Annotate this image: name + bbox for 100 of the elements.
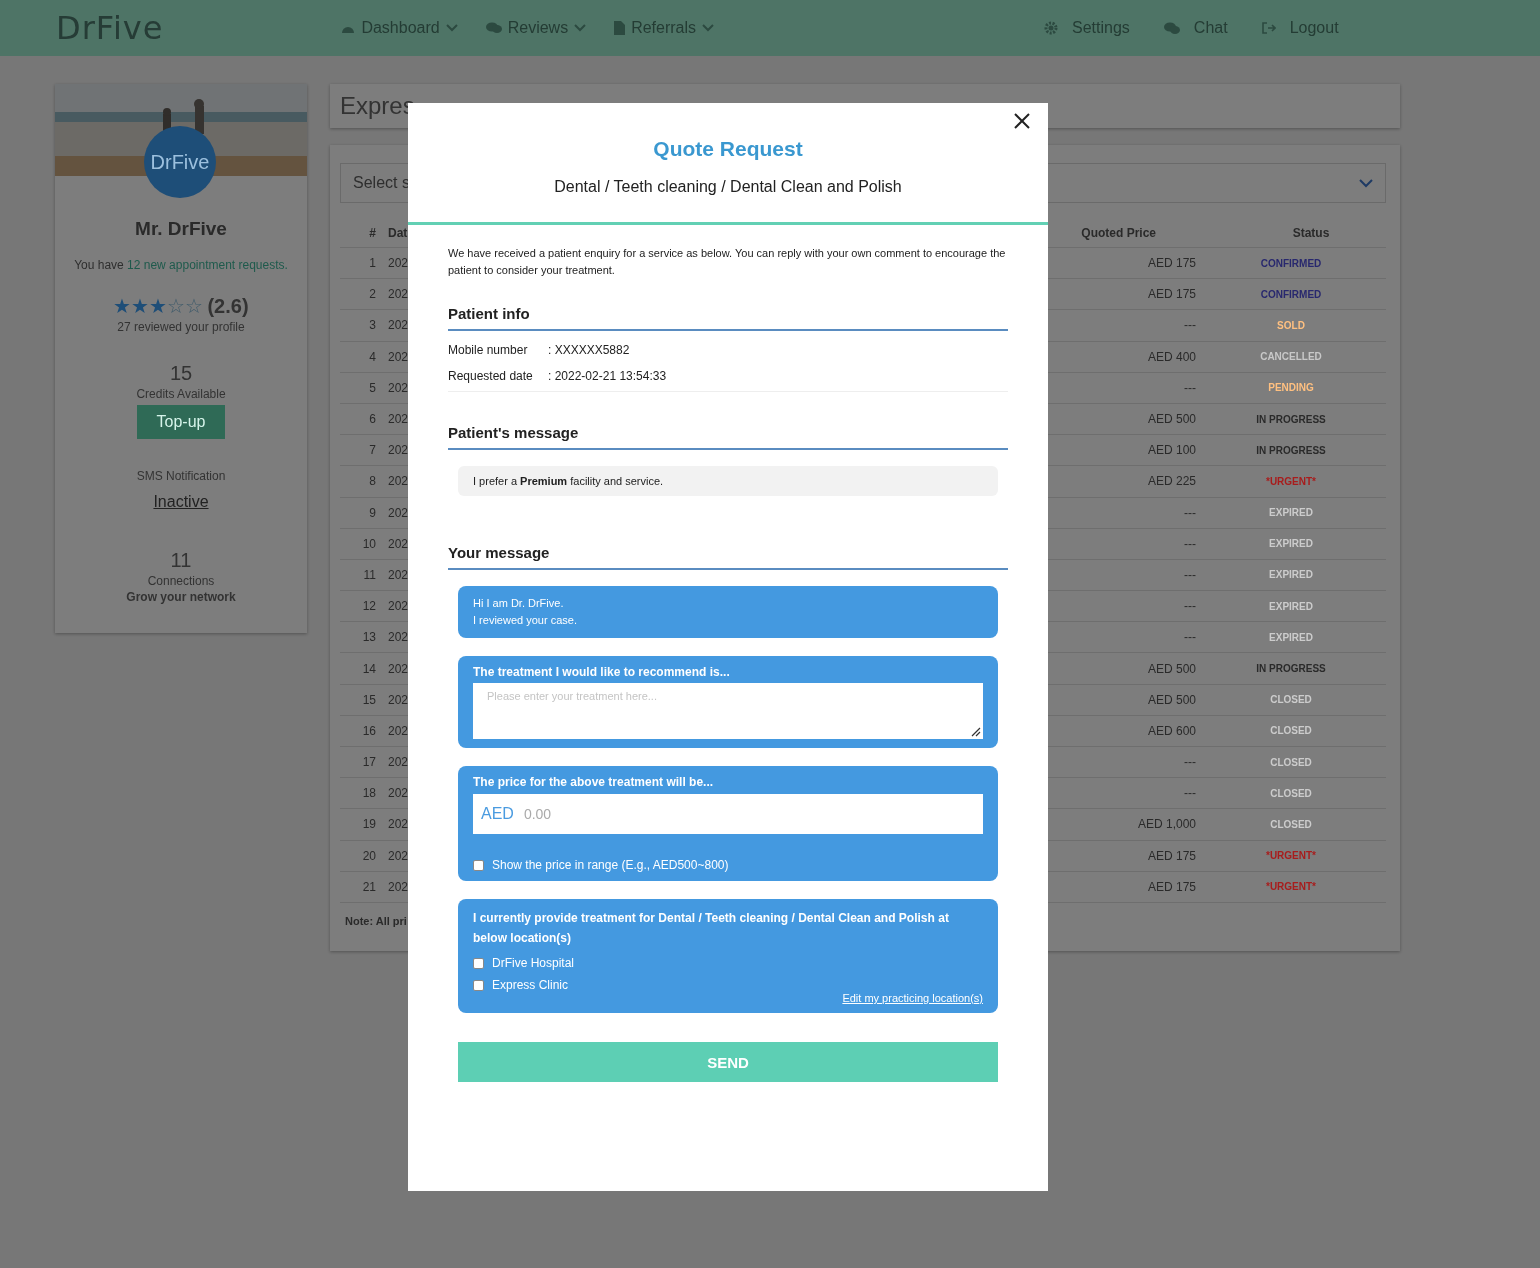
greeting-line: Hi I am Dr. DrFive. — [473, 596, 564, 611]
table-cell: 202 — [388, 786, 409, 801]
patient-message: I prefer a Premium facility and service. — [458, 466, 998, 496]
status-label: IN PROGRESS — [1256, 413, 1326, 425]
section-heading: Patient's message — [448, 424, 1008, 450]
table-cell: 202 — [388, 349, 409, 364]
status-label: *URGENT* — [1266, 850, 1316, 862]
table-cell: 202 — [388, 755, 409, 770]
table-cell: 202 — [388, 380, 409, 395]
table-cell: 202 — [388, 692, 409, 707]
checkbox[interactable] — [473, 859, 484, 871]
currency-prefix: AED — [481, 805, 514, 823]
table-cell: 202 — [388, 630, 409, 645]
table-cell: 202 — [388, 536, 409, 551]
status-label: CLOSED — [1270, 818, 1312, 830]
status-label: CONFIRMED — [1260, 257, 1322, 269]
service-path: Dental / Teeth cleaning / Dental Clean and Polish — [554, 178, 902, 196]
table-cell-text: AED 175 — [1146, 256, 1196, 271]
chat-bubbles-icon — [1163, 21, 1180, 35]
rating-value: (2.6) — [207, 294, 249, 318]
table-cell: 202 — [388, 287, 409, 302]
table-cell-text: --- — [1183, 567, 1196, 582]
top-up-button[interactable]: Top-up — [136, 405, 226, 439]
row-number: 1 — [368, 256, 376, 271]
edit-locations-link[interactable]: Edit my practicing location(s) — [842, 992, 983, 1004]
status-label: CONFIRMED — [1260, 288, 1322, 300]
checkbox-label[interactable]: DrFive Hospital — [492, 956, 575, 970]
row-number: 19 — [361, 817, 376, 832]
table-cell-text: --- — [1183, 380, 1196, 395]
status-label: EXPIRED — [1269, 538, 1313, 550]
resize-handle-icon[interactable] — [969, 725, 981, 737]
table-cell-text: AED 175 — [1146, 848, 1196, 863]
column-header: Dat — [388, 226, 408, 240]
table-cell: 202 — [388, 848, 409, 863]
row-number: 16 — [361, 723, 376, 738]
status-label: CLOSED — [1270, 756, 1312, 768]
appointment-notice: You have 12 new appointment requests. — [74, 258, 288, 272]
table-cell: 202 — [388, 817, 409, 832]
chevron-down-icon — [1359, 178, 1373, 188]
status-label: CLOSED — [1270, 694, 1312, 706]
nav-link[interactable]: Settings — [1044, 19, 1130, 37]
row-number: 13 — [361, 630, 376, 645]
treatment-label: The treatment I would like to recommend is... — [473, 665, 731, 679]
table-cell: 202 — [388, 318, 409, 333]
appointment-requests-link[interactable]: 12 new appointment requests. — [127, 258, 288, 272]
row-number: 12 — [361, 599, 376, 614]
nav-link[interactable]: Chat — [1163, 19, 1228, 37]
field-value: : 2022-02-21 13:54:33 — [548, 369, 667, 383]
section-heading: Your message — [448, 544, 1008, 570]
row-number: 17 — [361, 755, 376, 770]
table-cell: 202 — [388, 661, 409, 676]
column-header: # — [368, 226, 376, 240]
logo[interactable]: DrFive — [56, 9, 164, 47]
logout-icon — [1261, 22, 1276, 34]
table-cell: 202 — [388, 879, 409, 894]
price-label: The price for the above treatment will be... — [473, 775, 715, 789]
connections-count: 11 — [170, 549, 192, 572]
checkbox[interactable] — [473, 957, 484, 969]
checkbox[interactable] — [473, 979, 484, 991]
chevron-down-icon — [702, 24, 715, 32]
table-cell-text: --- — [1183, 318, 1196, 333]
greeting-line: I reviewed your case. — [473, 613, 577, 628]
send-button[interactable]: SEND — [458, 1042, 998, 1082]
table-cell: 202 — [388, 567, 409, 582]
field-label: Requested date — [448, 369, 534, 383]
price-field[interactable]: AED 0.00 — [473, 794, 983, 834]
status-label: IN PROGRESS — [1256, 444, 1326, 456]
table-cell-text: AED 500 — [1146, 412, 1196, 427]
credits-label: Credits Available — [136, 387, 226, 401]
table-cell: 202 — [388, 474, 409, 489]
nav-link[interactable]: Logout — [1261, 19, 1339, 37]
nav-menu[interactable]: Reviews — [485, 19, 587, 37]
table-cell-text: AED 100 — [1146, 443, 1196, 458]
nav-menu[interactable]: Referrals — [614, 19, 715, 37]
placeholder-text: Please enter your treatment here... — [487, 690, 657, 702]
grow-network-link[interactable]: Grow your network — [126, 590, 236, 604]
treatment-field[interactable]: Please enter your treatment here... — [473, 683, 983, 739]
table-note: Note: All pri — [345, 914, 407, 927]
field-label: Mobile number — [448, 343, 529, 357]
row-number: 11 — [362, 567, 376, 582]
status-label: *URGENT* — [1266, 475, 1316, 487]
placeholder-text: 0.00 — [523, 806, 552, 822]
field-value: : XXXXXX5882 — [548, 343, 630, 357]
nav-menu[interactable]: Dashboard — [341, 19, 458, 37]
chevron-down-icon — [574, 24, 587, 32]
gear-icon — [1044, 21, 1059, 35]
status-label: PENDING — [1268, 382, 1314, 394]
checkbox-label[interactable]: Show the price in range (E.g., AED500~800) — [492, 858, 729, 872]
status-label: EXPIRED — [1269, 600, 1313, 612]
section-heading: Patient info — [448, 305, 1008, 331]
close-icon[interactable] — [1014, 113, 1030, 129]
credits-count: 15 — [169, 362, 193, 385]
status-label: IN PROGRESS — [1256, 663, 1326, 675]
status-label: *URGENT* — [1266, 881, 1316, 893]
status-label: EXPIRED — [1269, 507, 1313, 519]
status-label: EXPIRED — [1269, 631, 1313, 643]
table-cell-text: AED 500 — [1146, 661, 1196, 676]
locations-label: I currently provide treatment for Dental / Teeth cleaning / Dental Clean and Polish at below location(s) — [473, 910, 950, 947]
table-cell-text: --- — [1183, 786, 1196, 801]
checkbox-label[interactable]: Express Clinic — [492, 978, 569, 992]
